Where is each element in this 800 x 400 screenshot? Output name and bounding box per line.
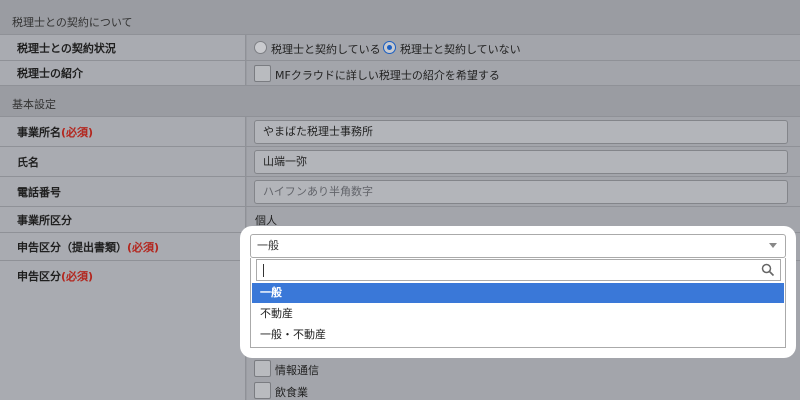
radio-not-contracted-label[interactable]: 税理士と契約していない (400, 41, 521, 57)
required-tag: (必須) (61, 125, 94, 139)
office-type-label: 事業所区分 (17, 213, 72, 227)
row-contract-status: 税理士との契約状況 税理士と契約している 税理士と契約していない (0, 34, 800, 60)
dropdown-option-real-estate[interactable]: 不動産 (252, 304, 784, 324)
required-tag: (必須) (61, 269, 94, 283)
office-name-input[interactable]: やまばた税理士事務所 (254, 120, 788, 144)
dropdown-option-general-real-estate[interactable]: 一般・不動産 (252, 325, 784, 345)
section-title-basic: 基本設定 (12, 98, 56, 111)
radio-contracted-label[interactable]: 税理士と契約している (271, 41, 381, 57)
row-office-name: 事業所名(必須) やまばた税理士事務所 (0, 116, 800, 146)
filing-type-dropdown: 一般 一般 不動産 一般・不動産 (244, 230, 792, 354)
contract-status-label: 税理士との契約状況 (17, 41, 116, 55)
filing-label: 申告区分 (17, 269, 61, 283)
office-type-value: 個人 (255, 213, 277, 227)
industry-checkbox-food[interactable] (254, 382, 271, 399)
search-icon (761, 263, 775, 277)
row-introduction: 税理士の紹介 MFクラウドに詳しい税理士の紹介を希望する (0, 60, 800, 86)
radio-contracted[interactable] (254, 41, 267, 54)
chevron-down-icon (769, 243, 777, 248)
office-name-label: 事業所名 (17, 125, 61, 139)
dropdown-option-general[interactable]: 一般 (252, 283, 784, 303)
industry-label-cell (0, 290, 246, 400)
dropdown-search-input[interactable] (256, 259, 781, 281)
text-caret (263, 264, 264, 277)
row-name: 氏名 山端一弥 (0, 146, 800, 176)
required-tag: (必須) (127, 240, 160, 254)
radio-not-contracted[interactable] (383, 41, 396, 54)
filing-type-selected: 一般 (257, 239, 279, 252)
industry-label-food[interactable]: 飲食業 (275, 384, 308, 400)
row-phone: 電話番号 ハイフンあり半角数字 (0, 176, 800, 206)
row-office-type: 事業所区分 個人 (0, 206, 800, 232)
introduction-label: 税理士の紹介 (17, 67, 83, 80)
dropdown-panel: 一般 不動産 一般・不動産 (250, 258, 786, 348)
introduction-checkbox-label[interactable]: MFクラウドに詳しい税理士の紹介を希望する (275, 67, 500, 83)
filing-type-select[interactable]: 一般 (250, 234, 786, 258)
phone-input[interactable]: ハイフンあり半角数字 (254, 180, 788, 204)
industry-label-info[interactable]: 情報通信 (275, 362, 319, 378)
section-title-contract: 税理士との契約について (12, 16, 133, 29)
filing-type-label: 申告区分（提出書類） (17, 240, 127, 254)
industry-checkbox-info[interactable] (254, 360, 271, 377)
name-input[interactable]: 山端一弥 (254, 150, 788, 174)
name-label: 氏名 (17, 155, 39, 169)
phone-label: 電話番号 (17, 185, 61, 199)
introduction-checkbox[interactable] (254, 65, 271, 82)
settings-page: 税理士との契約について 税理士との契約状況 税理士と契約している 税理士と契約し… (0, 0, 800, 400)
